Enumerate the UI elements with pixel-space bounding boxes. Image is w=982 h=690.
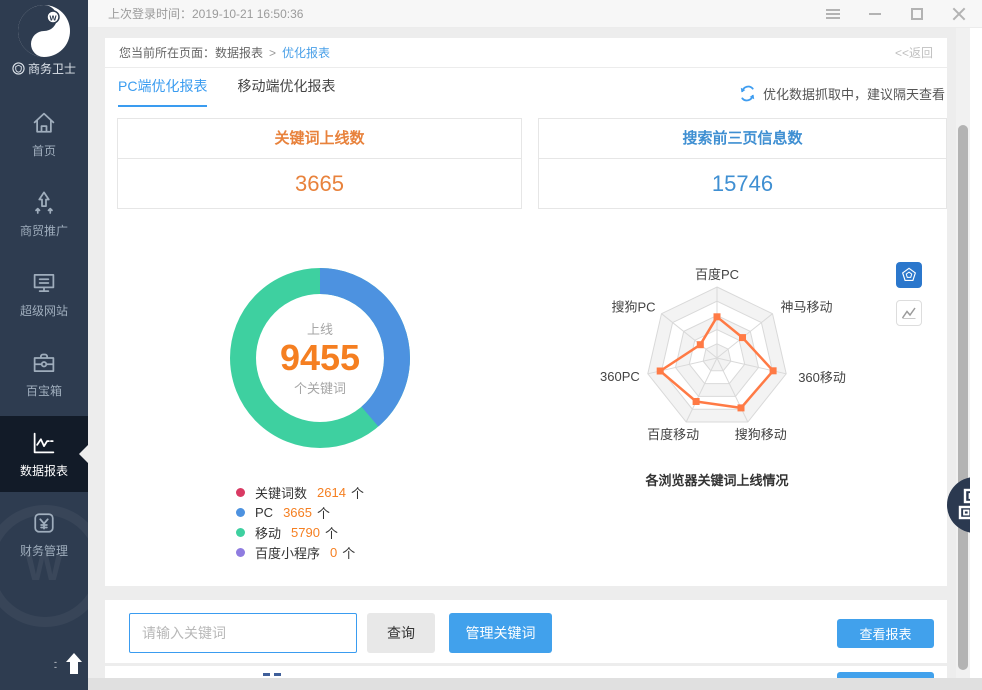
legend-value: 3665 [283,505,312,520]
breadcrumb-separator: > [269,46,276,60]
legend-dot [236,528,245,537]
stat-card-keywords-online: 关键词上线数 3665 [117,118,522,209]
legend-value: 0 [330,545,337,560]
stat-card-value: 3665 [118,159,521,208]
minimize-icon[interactable] [868,7,882,21]
menu-icon[interactable] [826,7,840,21]
legend-row: 百度小程序 0个 [236,542,364,562]
legend-value: 5790 [291,525,320,540]
legend-row: PC 3665 个 [236,502,364,522]
view-report-button[interactable]: 查看报表 [837,619,934,648]
legend-row: 关键词数 2614 个 [236,482,364,502]
refresh-icon [739,85,756,102]
donut-legend: 关键词数2614个PC3665个移动5790个百度小程序0个 [236,482,364,562]
sidebar-item-4[interactable]: 百宝箱 [0,336,88,412]
active-notch [79,445,88,463]
svg-text:百度PC: 百度PC [695,267,739,282]
scroll-top-button[interactable]: -- [50,648,88,682]
last-login-time: 上次登录时间：2019-10-21 16:50:36 [108,5,303,22]
svg-text:360PC: 360PC [600,369,640,384]
legend-dot [236,508,245,517]
keyword-search-input[interactable] [129,613,357,653]
svg-text:搜狗移动: 搜狗移动 [735,427,787,442]
legend-unit: 个 [317,503,330,522]
legend-label: 移动 [255,523,281,542]
radar-chart: 百度PC 神马移动 360移动搜狗移动 百度移动 360PC 搜狗PC [590,262,860,457]
sidebar-item-label: 百宝箱 [0,382,88,399]
back-link[interactable]: <<返回 [895,44,933,61]
tab-pc-report[interactable]: PC端优化报表 [118,76,207,107]
breadcrumb-current: 优化报表 [282,44,330,61]
svg-text:w: w [48,13,57,23]
brand-label: 商务卫士 [28,60,76,77]
brand-shield-icon [12,62,25,75]
notice-text: 优化数据抓取中，建议隔天查看 [763,84,945,103]
svg-text:360移动: 360移动 [798,370,846,385]
scrollbar-thumb[interactable] [958,125,968,670]
stat-card-top3-info: 搜索前三页信息数 15746 [538,118,947,209]
home-icon [29,108,59,138]
clipped-text-fragment [263,671,297,677]
radar-pentagon-icon [899,265,919,285]
legend-unit: 个 [351,483,364,502]
sidebar-item-1[interactable]: 首页 [0,96,88,172]
legend-value: 2614 [317,485,346,500]
stat-card-value: 15746 [539,159,946,208]
window-bottom-strip [88,678,982,690]
legend-row: 移动 5790 个 [236,522,364,542]
titlebar: 上次登录时间：2019-10-21 16:50:36 [88,0,982,28]
radar-caption: 各浏览器关键词上线情况 [582,470,852,489]
svg-text:搜狗PC: 搜狗PC [611,300,655,315]
breadcrumb: 您当前所在页面：数据报表 > 优化报表 <<返回 [105,38,947,68]
tab-mobile-report[interactable]: 移动端优化报表 [237,76,335,107]
sidebar-item-3[interactable]: 超级网站 [0,256,88,332]
sidebar-item-5[interactable]: 数据报表 [0,416,88,492]
legend-dot [236,548,245,557]
stat-card-title: 关键词上线数 [118,119,521,159]
report-tabs: PC端优化报表 移动端优化报表 [118,76,335,107]
next-section-partial [105,666,947,678]
sidebar-item-label: 超级网站 [0,302,88,319]
toolbox-icon [29,348,59,378]
trend-view-toggle[interactable] [896,300,922,326]
line-chart-icon [899,303,919,323]
legend-label: 百度小程序 [255,543,320,562]
sidebar-item-label: 商贸推广 [0,222,88,239]
app-logo-icon: w [17,4,71,58]
report-icon [29,428,59,458]
legend-unit: 个 [342,543,355,562]
sidebar: w 商务卫士 首页商贸推广超级网站百宝箱数据报表财务管理 W -- [0,0,88,690]
legend-dot [236,488,245,497]
dashes-icon: -- [54,660,57,670]
breadcrumb-section: 数据报表 [215,44,263,61]
stat-card-title: 搜索前三页信息数 [539,119,946,159]
svg-text:百度移动: 百度移动 [647,427,699,442]
maximize-icon[interactable] [910,7,924,21]
window-controls [826,7,982,21]
radar-view-toggle[interactable] [896,262,922,288]
donut-chart: 上线 9455 个关键词 [225,263,415,453]
app-window: w 商务卫士 首页商贸推广超级网站百宝箱数据报表财务管理 W -- 上次登录时间… [0,0,982,690]
legend-label: 关键词数 [255,483,307,502]
watermark-letter: W [0,545,88,590]
breadcrumb-prefix: 您当前所在页面： [119,44,215,61]
sidebar-item-label: 首页 [0,142,88,159]
svg-text:神马移动: 神马移动 [781,300,833,315]
window-right-edge [970,28,982,678]
manage-keywords-button[interactable]: 管理关键词 [449,613,552,653]
legend-label: PC [255,505,273,520]
promotion-icon [29,188,59,218]
close-icon[interactable] [952,7,966,21]
up-arrow-icon [62,650,86,678]
sidebar-item-2[interactable]: 商贸推广 [0,176,88,252]
query-button[interactable]: 查询 [367,613,435,653]
brand: 商务卫士 [0,60,88,77]
website-icon [29,268,59,298]
data-fetch-notice: 优化数据抓取中，建议隔天查看 [739,84,945,103]
legend-unit: 个 [325,523,338,542]
vertical-scrollbar[interactable] [956,28,970,678]
sidebar-item-label: 数据报表 [0,462,88,479]
